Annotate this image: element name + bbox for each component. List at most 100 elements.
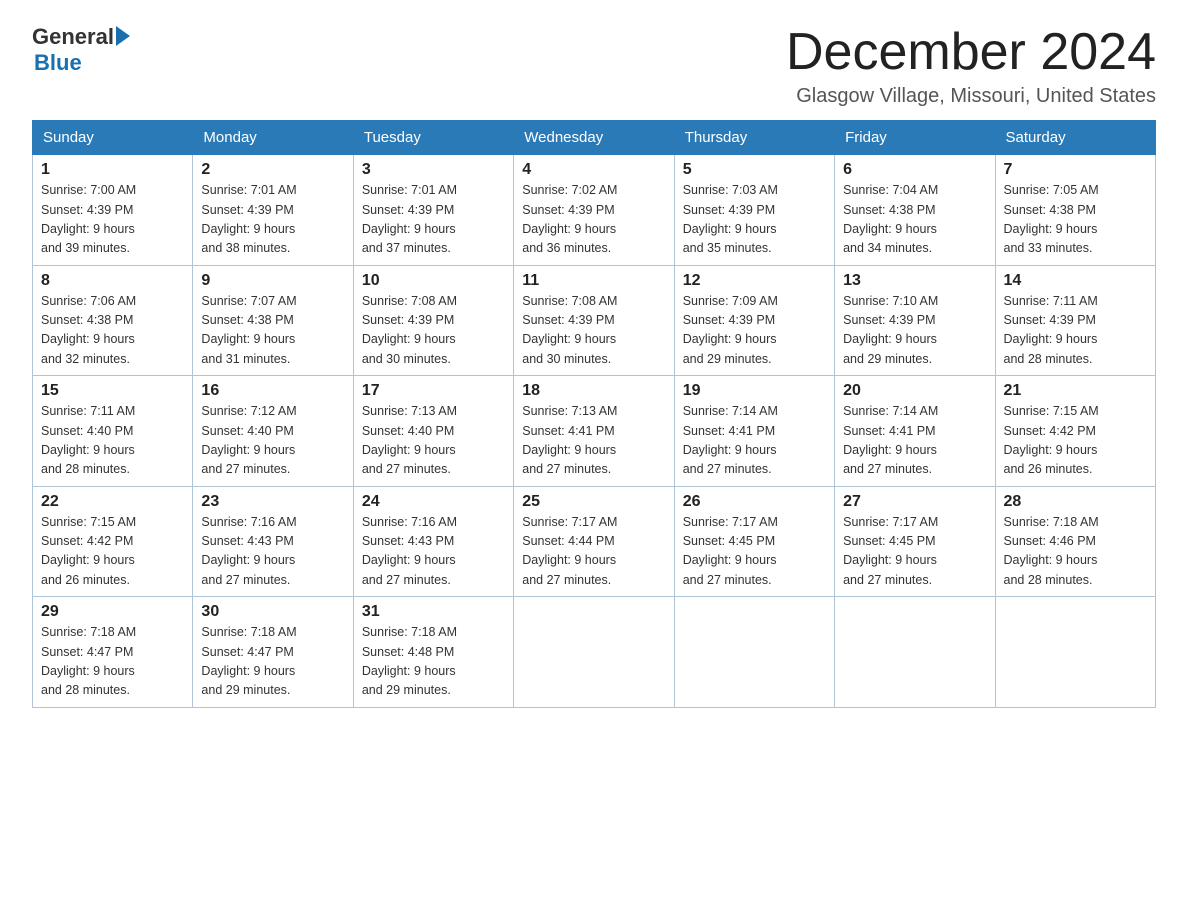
title-block: December 2024 Glasgow Village, Missouri,… — [786, 24, 1156, 108]
day-detail: Sunrise: 7:13 AMSunset: 4:40 PMDaylight:… — [362, 404, 457, 476]
day-detail: Sunrise: 7:16 AMSunset: 4:43 PMDaylight:… — [201, 515, 296, 587]
calendar-cell: 8 Sunrise: 7:06 AMSunset: 4:38 PMDayligh… — [33, 265, 193, 376]
day-detail: Sunrise: 7:17 AMSunset: 4:45 PMDaylight:… — [683, 515, 778, 587]
calendar-cell: 17 Sunrise: 7:13 AMSunset: 4:40 PMDaylig… — [353, 376, 513, 487]
day-number: 10 — [362, 272, 505, 290]
page-header: General Blue December 2024 Glasgow Villa… — [32, 24, 1156, 108]
day-detail: Sunrise: 7:01 AMSunset: 4:39 PMDaylight:… — [362, 183, 457, 255]
calendar-cell: 16 Sunrise: 7:12 AMSunset: 4:40 PMDaylig… — [193, 376, 353, 487]
calendar-cell — [514, 597, 674, 708]
day-number: 13 — [843, 272, 986, 290]
calendar-cell: 20 Sunrise: 7:14 AMSunset: 4:41 PMDaylig… — [835, 376, 995, 487]
calendar-cell: 29 Sunrise: 7:18 AMSunset: 4:47 PMDaylig… — [33, 597, 193, 708]
day-detail: Sunrise: 7:18 AMSunset: 4:47 PMDaylight:… — [201, 625, 296, 697]
day-number: 29 — [41, 603, 184, 621]
calendar-cell: 9 Sunrise: 7:07 AMSunset: 4:38 PMDayligh… — [193, 265, 353, 376]
calendar-cell: 2 Sunrise: 7:01 AMSunset: 4:39 PMDayligh… — [193, 155, 353, 266]
location-title: Glasgow Village, Missouri, United States — [786, 85, 1156, 108]
day-number: 27 — [843, 493, 986, 511]
week-row-3: 15 Sunrise: 7:11 AMSunset: 4:40 PMDaylig… — [33, 376, 1156, 487]
logo-line1: General — [32, 24, 130, 50]
day-number: 25 — [522, 493, 665, 511]
day-number: 12 — [683, 272, 826, 290]
day-detail: Sunrise: 7:01 AMSunset: 4:39 PMDaylight:… — [201, 183, 296, 255]
day-number: 4 — [522, 161, 665, 179]
day-number: 11 — [522, 272, 665, 290]
day-number: 23 — [201, 493, 344, 511]
day-detail: Sunrise: 7:17 AMSunset: 4:45 PMDaylight:… — [843, 515, 938, 587]
day-detail: Sunrise: 7:18 AMSunset: 4:46 PMDaylight:… — [1004, 515, 1099, 587]
day-detail: Sunrise: 7:16 AMSunset: 4:43 PMDaylight:… — [362, 515, 457, 587]
day-detail: Sunrise: 7:18 AMSunset: 4:47 PMDaylight:… — [41, 625, 136, 697]
day-detail: Sunrise: 7:13 AMSunset: 4:41 PMDaylight:… — [522, 404, 617, 476]
week-row-5: 29 Sunrise: 7:18 AMSunset: 4:47 PMDaylig… — [33, 597, 1156, 708]
header-saturday: Saturday — [995, 121, 1155, 155]
header-wednesday: Wednesday — [514, 121, 674, 155]
day-detail: Sunrise: 7:03 AMSunset: 4:39 PMDaylight:… — [683, 183, 778, 255]
day-number: 1 — [41, 161, 184, 179]
calendar-cell: 10 Sunrise: 7:08 AMSunset: 4:39 PMDaylig… — [353, 265, 513, 376]
day-number: 21 — [1004, 382, 1147, 400]
day-number: 2 — [201, 161, 344, 179]
day-number: 20 — [843, 382, 986, 400]
day-detail: Sunrise: 7:08 AMSunset: 4:39 PMDaylight:… — [362, 294, 457, 366]
calendar-cell: 31 Sunrise: 7:18 AMSunset: 4:48 PMDaylig… — [353, 597, 513, 708]
week-row-1: 1 Sunrise: 7:00 AMSunset: 4:39 PMDayligh… — [33, 155, 1156, 266]
calendar-cell: 26 Sunrise: 7:17 AMSunset: 4:45 PMDaylig… — [674, 486, 834, 597]
calendar-cell: 21 Sunrise: 7:15 AMSunset: 4:42 PMDaylig… — [995, 376, 1155, 487]
day-number: 14 — [1004, 272, 1147, 290]
calendar-cell: 4 Sunrise: 7:02 AMSunset: 4:39 PMDayligh… — [514, 155, 674, 266]
calendar-cell: 5 Sunrise: 7:03 AMSunset: 4:39 PMDayligh… — [674, 155, 834, 266]
header-friday: Friday — [835, 121, 995, 155]
month-title: December 2024 — [786, 24, 1156, 81]
day-number: 18 — [522, 382, 665, 400]
day-number: 6 — [843, 161, 986, 179]
day-detail: Sunrise: 7:05 AMSunset: 4:38 PMDaylight:… — [1004, 183, 1099, 255]
day-detail: Sunrise: 7:10 AMSunset: 4:39 PMDaylight:… — [843, 294, 938, 366]
calendar-cell: 13 Sunrise: 7:10 AMSunset: 4:39 PMDaylig… — [835, 265, 995, 376]
day-number: 30 — [201, 603, 344, 621]
day-detail: Sunrise: 7:09 AMSunset: 4:39 PMDaylight:… — [683, 294, 778, 366]
day-number: 22 — [41, 493, 184, 511]
day-detail: Sunrise: 7:14 AMSunset: 4:41 PMDaylight:… — [683, 404, 778, 476]
day-detail: Sunrise: 7:15 AMSunset: 4:42 PMDaylight:… — [41, 515, 136, 587]
calendar-cell: 7 Sunrise: 7:05 AMSunset: 4:38 PMDayligh… — [995, 155, 1155, 266]
day-number: 19 — [683, 382, 826, 400]
logo-general-text: General — [32, 24, 114, 50]
header-sunday: Sunday — [33, 121, 193, 155]
day-number: 5 — [683, 161, 826, 179]
header-thursday: Thursday — [674, 121, 834, 155]
day-detail: Sunrise: 7:08 AMSunset: 4:39 PMDaylight:… — [522, 294, 617, 366]
calendar-cell: 12 Sunrise: 7:09 AMSunset: 4:39 PMDaylig… — [674, 265, 834, 376]
day-number: 8 — [41, 272, 184, 290]
calendar-cell: 18 Sunrise: 7:13 AMSunset: 4:41 PMDaylig… — [514, 376, 674, 487]
day-number: 31 — [362, 603, 505, 621]
day-detail: Sunrise: 7:18 AMSunset: 4:48 PMDaylight:… — [362, 625, 457, 697]
day-number: 15 — [41, 382, 184, 400]
day-number: 24 — [362, 493, 505, 511]
day-detail: Sunrise: 7:12 AMSunset: 4:40 PMDaylight:… — [201, 404, 296, 476]
calendar-cell: 22 Sunrise: 7:15 AMSunset: 4:42 PMDaylig… — [33, 486, 193, 597]
calendar-cell: 6 Sunrise: 7:04 AMSunset: 4:38 PMDayligh… — [835, 155, 995, 266]
day-detail: Sunrise: 7:15 AMSunset: 4:42 PMDaylight:… — [1004, 404, 1099, 476]
day-detail: Sunrise: 7:17 AMSunset: 4:44 PMDaylight:… — [522, 515, 617, 587]
calendar-cell: 30 Sunrise: 7:18 AMSunset: 4:47 PMDaylig… — [193, 597, 353, 708]
day-number: 3 — [362, 161, 505, 179]
day-detail: Sunrise: 7:06 AMSunset: 4:38 PMDaylight:… — [41, 294, 136, 366]
day-number: 7 — [1004, 161, 1147, 179]
calendar-table: Sunday Monday Tuesday Wednesday Thursday… — [32, 120, 1156, 708]
logo: General Blue — [32, 24, 130, 76]
day-detail: Sunrise: 7:00 AMSunset: 4:39 PMDaylight:… — [41, 183, 136, 255]
calendar-cell — [835, 597, 995, 708]
calendar-cell — [995, 597, 1155, 708]
day-number: 26 — [683, 493, 826, 511]
calendar-cell: 15 Sunrise: 7:11 AMSunset: 4:40 PMDaylig… — [33, 376, 193, 487]
day-detail: Sunrise: 7:02 AMSunset: 4:39 PMDaylight:… — [522, 183, 617, 255]
header-monday: Monday — [193, 121, 353, 155]
calendar-header-row: Sunday Monday Tuesday Wednesday Thursday… — [33, 121, 1156, 155]
day-number: 16 — [201, 382, 344, 400]
day-detail: Sunrise: 7:07 AMSunset: 4:38 PMDaylight:… — [201, 294, 296, 366]
day-number: 9 — [201, 272, 344, 290]
day-number: 17 — [362, 382, 505, 400]
day-detail: Sunrise: 7:11 AMSunset: 4:40 PMDaylight:… — [41, 404, 135, 476]
